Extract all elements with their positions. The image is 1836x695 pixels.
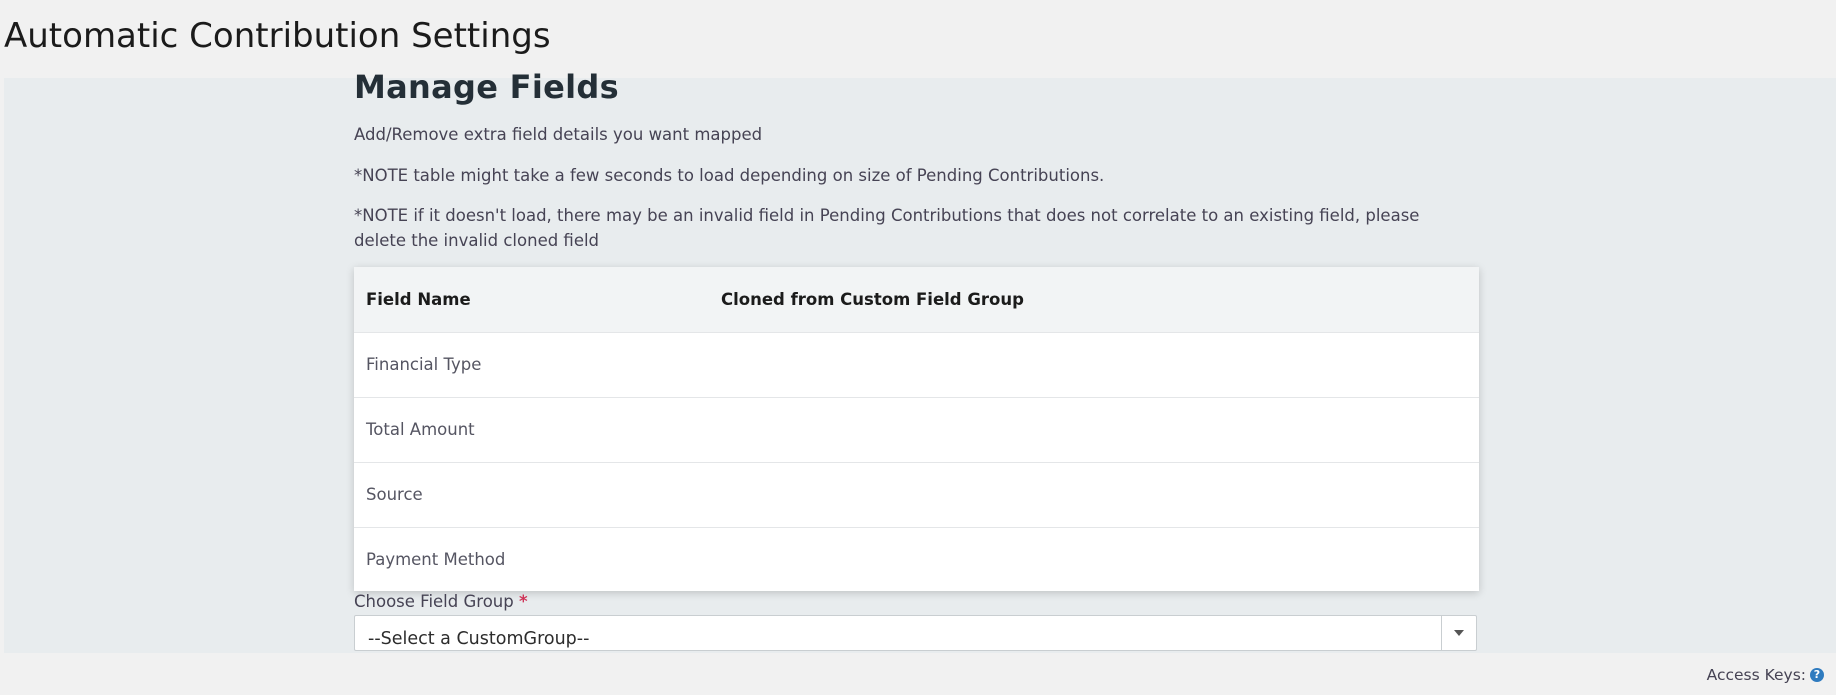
chevron-down-icon	[1454, 630, 1464, 636]
required-marker: *	[518, 592, 528, 611]
access-keys-label: Access Keys:	[1706, 666, 1806, 684]
table-row: Source	[354, 462, 1479, 527]
field-group-label-text: Choose Field Group	[354, 592, 514, 611]
table-row: Payment Method	[354, 527, 1479, 592]
field-group-select-value: --Select a CustomGroup--	[368, 629, 590, 649]
cell-field-name: Total Amount	[366, 420, 475, 439]
cell-field-name: Financial Type	[366, 355, 482, 374]
table-header-row: Field Name Cloned from Custom Field Grou…	[354, 267, 1479, 332]
table-row: Total Amount	[354, 397, 1479, 462]
cell-field-name: Payment Method	[366, 550, 506, 570]
column-header-field-name[interactable]: Field Name	[354, 267, 709, 332]
fields-table: Field Name Cloned from Custom Field Grou…	[354, 267, 1479, 592]
note-load-time: *NOTE table might take a few seconds to …	[354, 166, 1105, 185]
cell-cloned-from	[709, 462, 1479, 527]
page-title: Automatic Contribution Settings	[4, 16, 551, 56]
cell-cloned-from	[709, 397, 1479, 462]
column-header-cloned-from[interactable]: Cloned from Custom Field Group	[709, 267, 1479, 332]
cell-field-name: Source	[366, 485, 423, 504]
select-toggle[interactable]	[1441, 616, 1476, 650]
access-keys: Access Keys: ?	[1707, 664, 1824, 686]
field-group-label: Choose Field Group *	[354, 591, 528, 613]
main-panel: Manage Fields Add/Remove extra field det…	[4, 68, 1836, 653]
fields-table-card: Field Name Cloned from Custom Field Grou…	[354, 267, 1479, 591]
section-title: Manage Fields	[354, 68, 619, 106]
cell-cloned-from	[709, 332, 1479, 397]
note-invalid-field: *NOTE if it doesn't load, there may be a…	[354, 206, 1420, 250]
description-text: Add/Remove extra field details you want …	[354, 125, 763, 144]
table-row: Financial Type	[354, 332, 1479, 397]
cell-cloned-from	[709, 527, 1479, 592]
question-circle-icon[interactable]: ?	[1810, 668, 1824, 682]
field-group-select[interactable]: --Select a CustomGroup--	[354, 615, 1477, 651]
